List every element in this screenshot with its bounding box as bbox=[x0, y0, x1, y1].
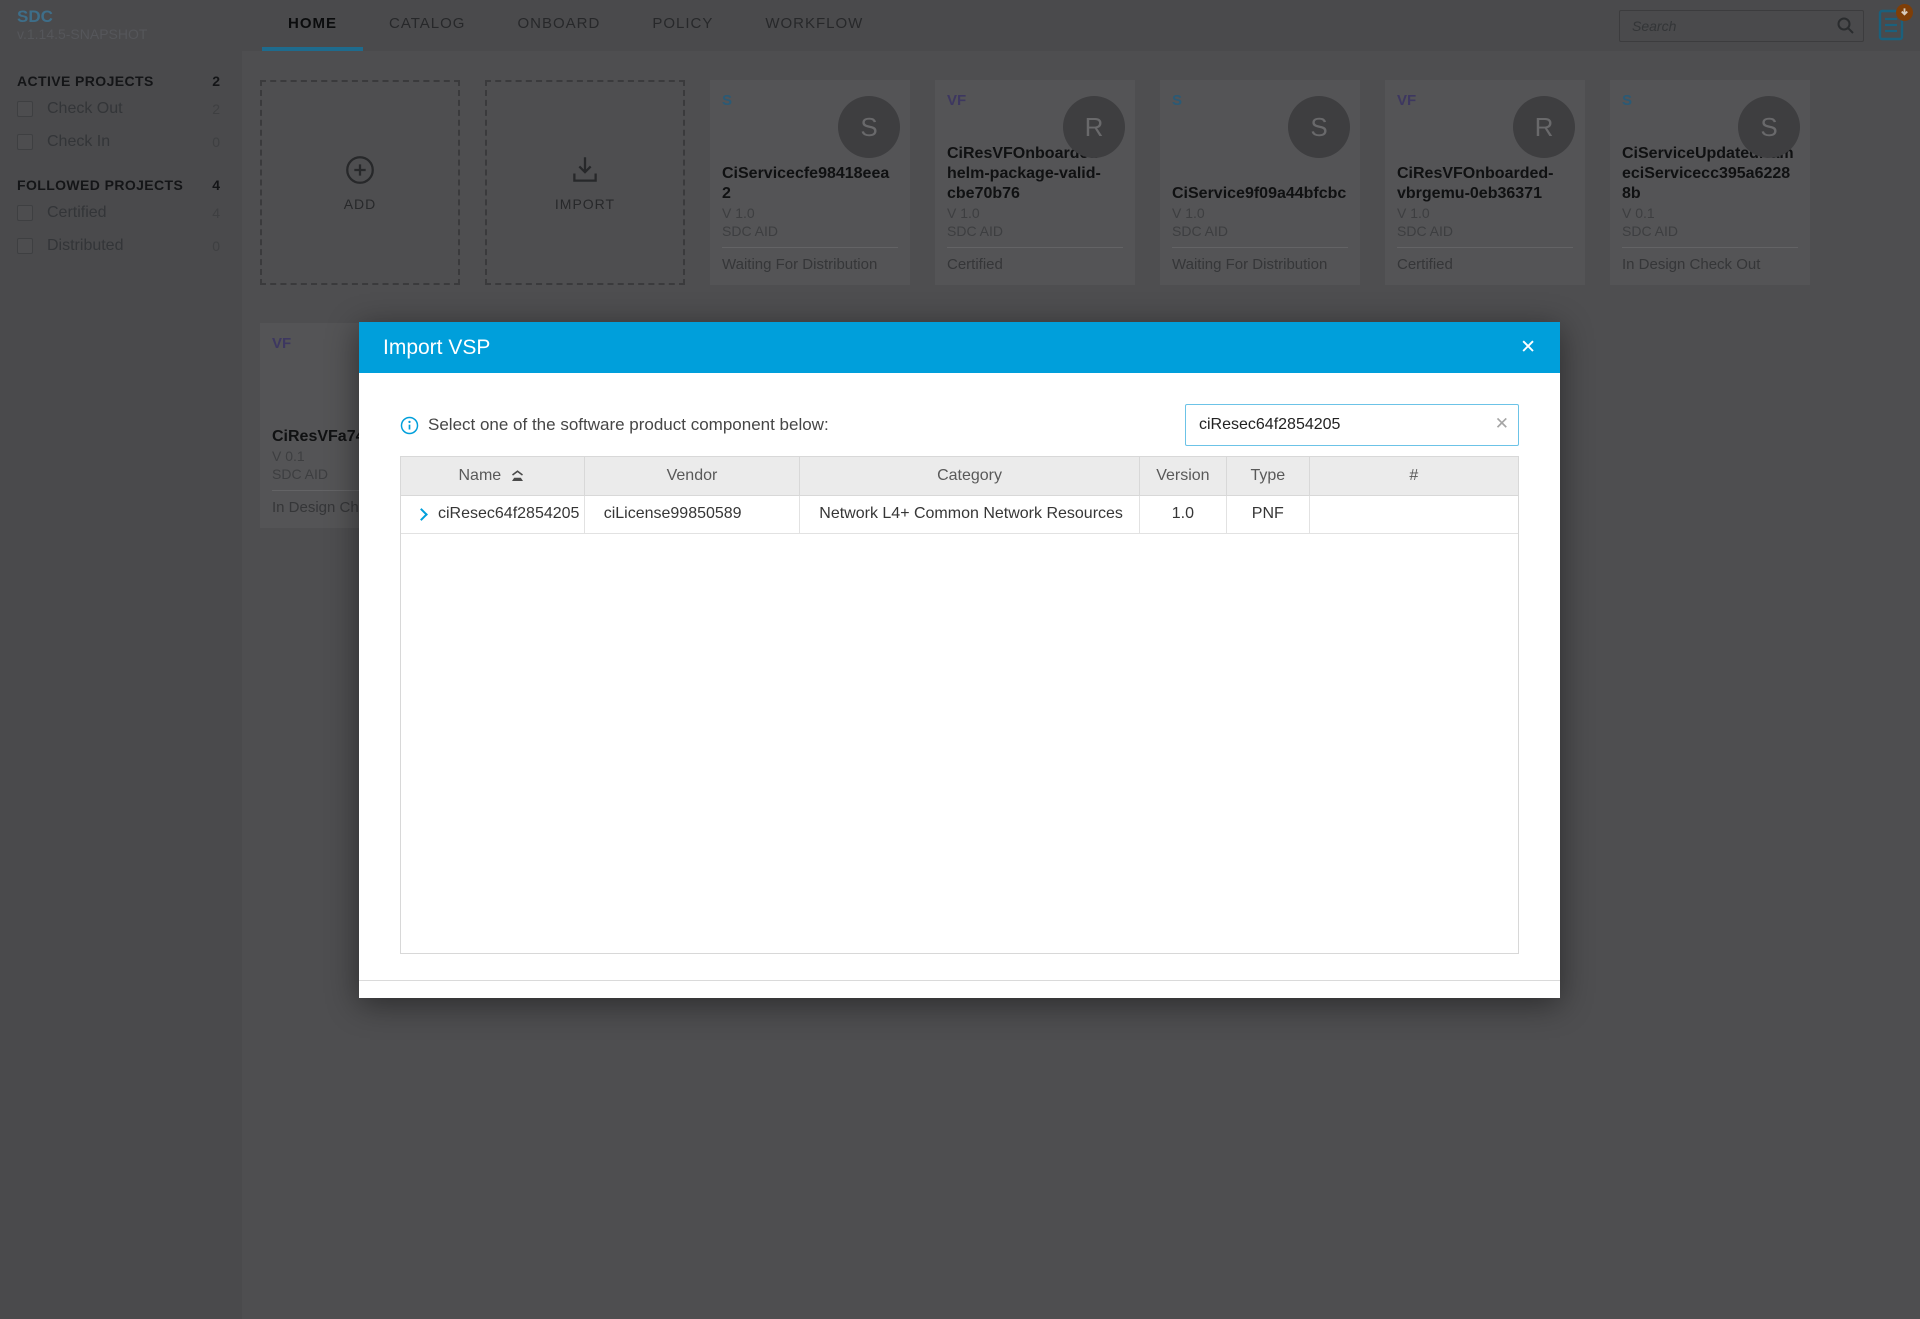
catalog-card[interactable]: S S CiServiceUpdatedNameciServicecc395a6… bbox=[1610, 80, 1810, 285]
card-status: Certified bbox=[1397, 256, 1453, 273]
card-author: SDC AID bbox=[947, 223, 1004, 239]
sort-asc-icon bbox=[509, 469, 526, 482]
active-projects-section: ACTIVE PROJECTS 2 Check Out 2 Check In 0 bbox=[0, 51, 242, 155]
catalog-card[interactable]: S S CiService9f09a44bfcbc V 1.0 SDC AID … bbox=[1160, 80, 1360, 285]
avatar: R bbox=[1063, 96, 1125, 158]
column-header-version[interactable]: Version bbox=[1139, 457, 1227, 496]
column-header-type[interactable]: Type bbox=[1226, 457, 1310, 496]
add-tile[interactable]: ADD bbox=[260, 80, 460, 285]
filter-check-in[interactable]: Check In 0 bbox=[0, 128, 242, 155]
main-nav: HOME CATALOG ONBOARD POLICY WORKFLOW bbox=[262, 0, 889, 51]
card-author: SDC AID bbox=[1397, 223, 1454, 239]
card-version: V 0.1 bbox=[1622, 205, 1655, 221]
app-logo-title: SDC bbox=[17, 7, 53, 26]
clear-search-icon[interactable]: ✕ bbox=[1495, 414, 1509, 434]
header-right bbox=[1619, 0, 1920, 51]
card-version: V 1.0 bbox=[947, 205, 980, 221]
add-icon bbox=[343, 153, 377, 187]
column-header-category[interactable]: Category bbox=[799, 457, 1140, 496]
vsp-hash bbox=[1309, 495, 1518, 534]
card-author: SDC AID bbox=[1172, 223, 1229, 239]
import-tile[interactable]: IMPORT bbox=[485, 80, 685, 285]
avatar: S bbox=[1738, 96, 1800, 158]
catalog-card[interactable]: S S CiServicecfe98418eea2 V 1.0 SDC AID … bbox=[710, 80, 910, 285]
global-search-input[interactable] bbox=[1619, 9, 1864, 42]
card-title: CiService9f09a44bfcbc bbox=[1172, 185, 1347, 202]
avatar: S bbox=[1288, 96, 1350, 158]
followed-projects-section: FOLLOWED PROJECTS 4 Certified 4 Distribu… bbox=[0, 155, 242, 259]
vsp-type: PNF bbox=[1226, 495, 1310, 534]
catalog-card[interactable]: VF R CiResVFOnboarded-helm-package-valid… bbox=[935, 80, 1135, 285]
import-icon bbox=[568, 153, 602, 187]
nav-item-policy[interactable]: POLICY bbox=[626, 0, 739, 51]
column-header-vendor[interactable]: Vendor bbox=[584, 457, 801, 496]
close-icon[interactable]: ✕ bbox=[1520, 338, 1536, 357]
nav-item-catalog[interactable]: CATALOG bbox=[363, 0, 491, 51]
vsp-filter-input[interactable] bbox=[1185, 404, 1519, 446]
vsp-row[interactable]: ciResec64f2854205 ciLicense99850589 Netw… bbox=[401, 495, 1518, 534]
vsp-vendor: ciLicense99850589 bbox=[584, 495, 801, 534]
app-logo: SDC v.1.14.5-SNAPSHOT bbox=[0, 0, 242, 51]
modal-header: Import VSP ✕ bbox=[359, 322, 1560, 373]
avatar: R bbox=[1513, 96, 1575, 158]
expand-row-icon[interactable] bbox=[415, 507, 428, 521]
card-status: Waiting For Distribution bbox=[1172, 256, 1328, 273]
card-status: In Design Check Out bbox=[1622, 256, 1761, 273]
checkbox-icon[interactable] bbox=[17, 204, 33, 221]
catalog-card[interactable]: VF R CiResVFOnboarded-vbrgemu-0eb36371 V… bbox=[1385, 80, 1585, 285]
filter-distributed[interactable]: Distributed 0 bbox=[0, 232, 242, 259]
filter-certified[interactable]: Certified 4 bbox=[0, 199, 242, 226]
modal-footer bbox=[359, 980, 1560, 998]
checkbox-icon[interactable] bbox=[17, 133, 33, 150]
app-version: v.1.14.5-SNAPSHOT bbox=[17, 26, 148, 42]
info-row: Select one of the software product compo… bbox=[400, 415, 829, 435]
column-header-name[interactable]: Name bbox=[401, 457, 585, 496]
checkbox-icon[interactable] bbox=[17, 237, 33, 254]
instruction-text: Select one of the software product compo… bbox=[428, 415, 829, 434]
section-title: FOLLOWED PROJECTS bbox=[17, 177, 184, 193]
nav-item-onboard[interactable]: ONBOARD bbox=[491, 0, 626, 51]
import-vsp-modal: Import VSP ✕ Select one of the software … bbox=[359, 322, 1560, 998]
nav-item-home[interactable]: HOME bbox=[262, 0, 363, 51]
card-title: CiResVFOnboarded-vbrgemu-0eb36371 bbox=[1397, 165, 1554, 202]
card-author: SDC AID bbox=[722, 223, 779, 239]
card-version: V 1.0 bbox=[1397, 205, 1430, 221]
nav-item-workflow[interactable]: WORKFLOW bbox=[739, 0, 889, 51]
avatar: S bbox=[838, 96, 900, 158]
vsp-repository-icon[interactable] bbox=[1878, 3, 1913, 43]
left-filter-panel: ACTIVE PROJECTS 2 Check Out 2 Check In 0… bbox=[0, 51, 242, 1319]
card-status: Certified bbox=[947, 256, 1003, 273]
card-version: V 1.0 bbox=[722, 205, 755, 221]
search-icon bbox=[1836, 16, 1856, 36]
card-status: Waiting For Distribution bbox=[722, 256, 878, 273]
section-title: ACTIVE PROJECTS bbox=[17, 73, 154, 89]
table-header-row: Name Vendor Category Version Type # bbox=[401, 457, 1518, 496]
section-count: 4 bbox=[212, 177, 220, 193]
vsp-table: Name Vendor Category Version Type # ciRe… bbox=[400, 456, 1519, 954]
checkbox-icon[interactable] bbox=[17, 100, 33, 117]
modal-body: Select one of the software product compo… bbox=[359, 373, 1560, 954]
column-header-hash[interactable]: # bbox=[1309, 457, 1518, 496]
card-version: V 1.0 bbox=[1172, 205, 1205, 221]
card-author: SDC AID bbox=[1622, 223, 1679, 239]
section-count: 2 bbox=[212, 73, 220, 89]
download-badge-icon bbox=[1896, 3, 1913, 21]
card-title: CiServicecfe98418eea2 bbox=[722, 165, 890, 202]
vsp-version: 1.0 bbox=[1139, 495, 1227, 534]
modal-title: Import VSP bbox=[383, 335, 491, 359]
filter-check-out[interactable]: Check Out 2 bbox=[0, 95, 242, 122]
info-icon bbox=[400, 416, 419, 435]
top-header: SDC v.1.14.5-SNAPSHOT HOME CATALOG ONBOA… bbox=[0, 0, 1920, 51]
vsp-category: Network L4+ Common Network Resources bbox=[799, 495, 1140, 534]
vsp-search-wrap: ✕ bbox=[1185, 404, 1519, 446]
vsp-name: ciResec64f2854205 bbox=[438, 505, 580, 522]
